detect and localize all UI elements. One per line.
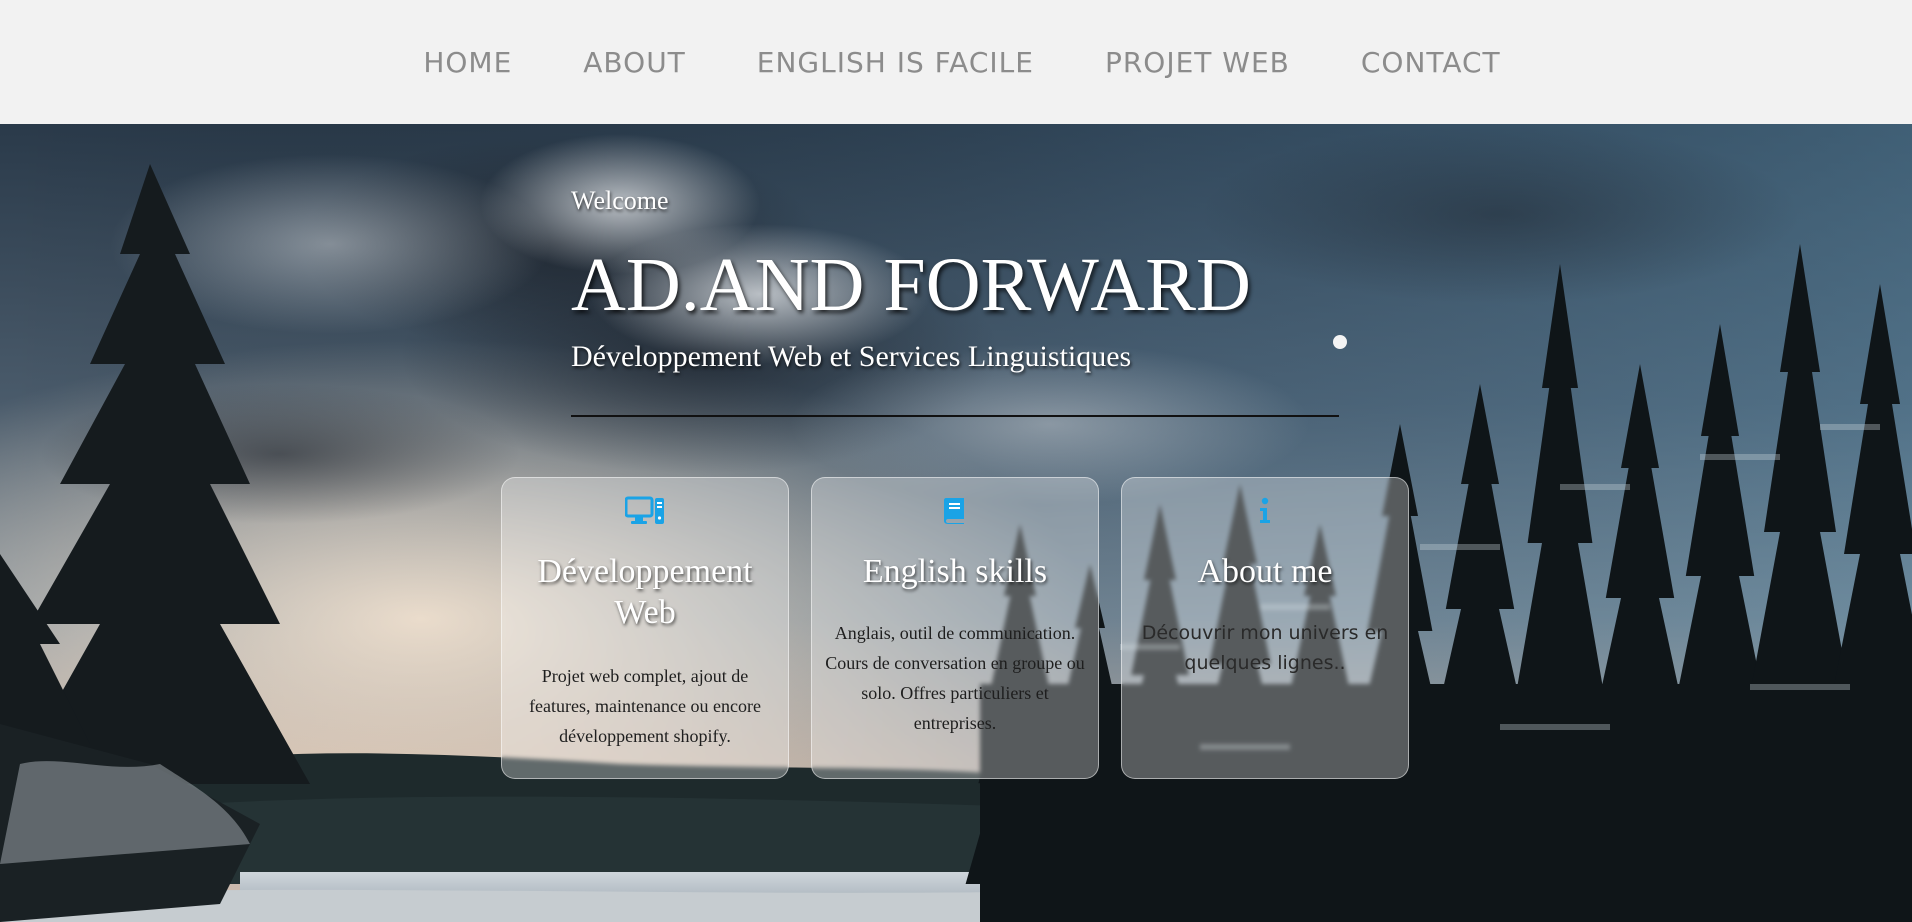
nav-item-home: HOME xyxy=(423,46,512,79)
card-description: Projet web complet, ajout de features, m… xyxy=(529,666,761,746)
card-title: English skills xyxy=(862,553,1048,590)
card-description: Anglais, outil de communication. Cours d… xyxy=(825,623,1085,733)
hero-section: Welcome AD.AND FORWARD Développement Web… xyxy=(0,124,1912,922)
card-about-me[interactable]: About me Découvrir mon univers en quelqu… xyxy=(1121,477,1409,779)
nav-link-home[interactable]: HOME xyxy=(423,46,512,79)
nav-list: HOME ABOUT ENGLISH IS FACILE PROJET WEB … xyxy=(0,0,1912,124)
book-icon xyxy=(812,494,1098,528)
site-title: AD.AND FORWARD xyxy=(571,243,1251,327)
welcome-text: Welcome xyxy=(571,186,669,215)
card-description: Découvrir mon univers en quelques lignes… xyxy=(1141,622,1389,674)
desktop-computer-icon xyxy=(502,494,788,528)
nav-item-about: ABOUT xyxy=(583,46,686,79)
nav-link-english-is-facile[interactable]: ENGLISH IS FACILE xyxy=(757,46,1034,79)
nav-item-contact: CONTACT xyxy=(1361,46,1501,79)
card-developpement-web[interactable]: Développement Web Projet web complet, aj… xyxy=(501,477,789,779)
info-icon xyxy=(1122,494,1408,528)
nav-item-english: ENGLISH IS FACILE xyxy=(757,46,1034,79)
top-navigation: HOME ABOUT ENGLISH IS FACILE PROJET WEB … xyxy=(0,0,1912,124)
card-title: Développement Web xyxy=(537,553,753,631)
nav-item-projet-web: PROJET WEB xyxy=(1105,46,1290,79)
nav-link-contact[interactable]: CONTACT xyxy=(1361,46,1501,79)
card-english-skills[interactable]: English skills Anglais, outil de communi… xyxy=(811,477,1099,779)
nav-link-about[interactable]: ABOUT xyxy=(583,46,686,79)
site-subtitle: Développement Web et Services Linguistiq… xyxy=(571,340,1132,373)
card-title: About me xyxy=(1197,553,1333,590)
nav-link-projet-web[interactable]: PROJET WEB xyxy=(1105,46,1290,79)
hero-divider xyxy=(571,415,1339,417)
